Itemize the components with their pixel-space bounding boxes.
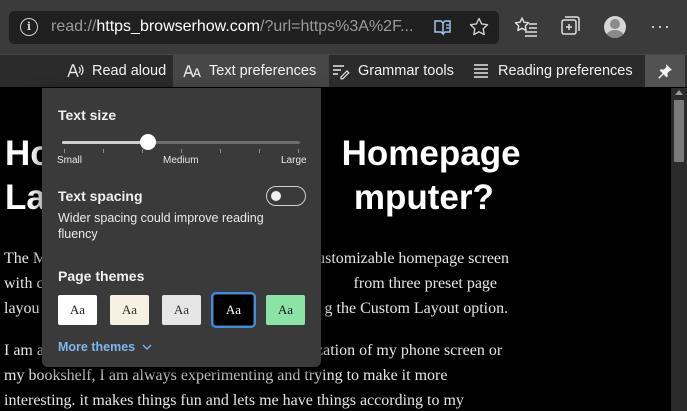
slider-tick bbox=[298, 149, 299, 153]
text-preferences-button[interactable]: Text preferences bbox=[173, 55, 330, 87]
text-fragment: layou bbox=[4, 300, 40, 317]
slider-tick bbox=[220, 149, 221, 153]
scroll-up-arrow-icon[interactable] bbox=[675, 90, 683, 95]
browser-toolbar: i read://https_browserhow.com/?url=https… bbox=[0, 0, 687, 54]
address-bar[interactable]: i read://https_browserhow.com/?url=https… bbox=[9, 11, 499, 44]
title-line2-start: La bbox=[5, 178, 46, 217]
pin-toolbar-button[interactable] bbox=[645, 55, 685, 87]
more-options-icon[interactable]: ··· bbox=[650, 16, 671, 37]
text-fragment: The M bbox=[4, 250, 48, 267]
text-fragment: g the Custom Layout option. bbox=[324, 300, 509, 317]
chevron-down-icon bbox=[142, 344, 152, 350]
url-scheme: read:// bbox=[51, 18, 97, 35]
text-size-label: Text size bbox=[58, 107, 117, 123]
scrollbar-thumb[interactable] bbox=[674, 100, 684, 162]
address-url[interactable]: read://https_browserhow.com/?url=https%3… bbox=[51, 18, 431, 36]
text-spacing-label: Text spacing bbox=[58, 188, 143, 204]
read-aloud-label: Read aloud bbox=[92, 63, 167, 79]
text-fragment: I am a bbox=[4, 342, 44, 359]
pin-icon bbox=[658, 64, 672, 79]
grammar-tools-label: Grammar tools bbox=[358, 63, 454, 79]
text-size-slider-track[interactable] bbox=[62, 141, 300, 144]
slider-tick bbox=[103, 149, 104, 153]
page-themes-label: Page themes bbox=[58, 268, 145, 284]
text-fragment: zation of my phone screen or bbox=[315, 342, 503, 359]
url-host: https_browserhow.com bbox=[96, 18, 260, 35]
read-aloud-icon bbox=[67, 64, 84, 78]
more-themes-label: More themes bbox=[58, 340, 136, 354]
text-size-slider-thumb[interactable] bbox=[139, 134, 156, 150]
text-preferences-label: Text preferences bbox=[209, 63, 317, 79]
reader-toolbar: Read aloud Text preferences Grammar tool… bbox=[0, 54, 687, 87]
grammar-tools-button[interactable]: Grammar tools bbox=[332, 55, 454, 87]
page-theme-swatch[interactable]: Aa bbox=[110, 295, 149, 325]
text-fragment: ustomizable homepage screen bbox=[317, 250, 510, 267]
collections-icon[interactable] bbox=[557, 14, 583, 40]
page-theme-swatch[interactable]: Aa bbox=[162, 295, 201, 325]
url-path: /?url=https%3A%2F... bbox=[260, 18, 414, 35]
text-preferences-icon bbox=[183, 65, 201, 78]
text-size-medium-label: Medium bbox=[163, 155, 199, 166]
grammar-tools-icon bbox=[333, 65, 350, 80]
text-size-small-label: Small bbox=[57, 155, 83, 166]
page-theme-swatch[interactable]: Aa bbox=[58, 295, 97, 325]
more-themes-button[interactable]: More themes bbox=[58, 340, 152, 354]
read-aloud-button[interactable]: Read aloud bbox=[66, 55, 166, 87]
text-fragment: interesting. it makes things fun and let… bbox=[4, 392, 464, 409]
text-fragment: my bookshelf, I am always experimenting … bbox=[4, 367, 448, 384]
reading-preferences-icon bbox=[474, 64, 488, 78]
title-line1-end: Homepage bbox=[341, 134, 521, 173]
text-size-slider-fill bbox=[62, 141, 148, 144]
text-spacing-toggle[interactable] bbox=[266, 186, 306, 206]
page-theme-swatch[interactable]: Aa bbox=[211, 292, 256, 328]
add-favorite-star-icon[interactable] bbox=[468, 16, 490, 38]
page-scrollbar[interactable] bbox=[671, 88, 687, 411]
text-size-large-label: Large bbox=[281, 155, 307, 166]
site-info-icon[interactable]: i bbox=[20, 18, 38, 36]
page-theme-swatch[interactable]: Aa bbox=[266, 295, 305, 325]
profile-avatar[interactable] bbox=[604, 16, 626, 38]
slider-tick bbox=[259, 149, 260, 153]
slider-tick bbox=[142, 149, 143, 153]
slider-tick bbox=[181, 149, 182, 153]
title-line2-end: mputer? bbox=[353, 178, 494, 217]
text-fragment: with c bbox=[4, 275, 44, 292]
favorites-list-icon[interactable] bbox=[513, 14, 539, 40]
text-spacing-description: Wider spacing could improve reading flue… bbox=[58, 211, 264, 241]
immersive-reader-icon[interactable] bbox=[433, 17, 453, 37]
text-fragment: from three preset page bbox=[353, 275, 498, 292]
reading-preferences-button[interactable]: Reading preferences bbox=[472, 55, 633, 87]
text-preferences-panel: Text size Small Medium Large Text spacin… bbox=[42, 88, 321, 367]
toggle-knob bbox=[271, 190, 281, 201]
slider-tick bbox=[64, 149, 65, 153]
reading-preferences-label: Reading preferences bbox=[498, 63, 633, 79]
